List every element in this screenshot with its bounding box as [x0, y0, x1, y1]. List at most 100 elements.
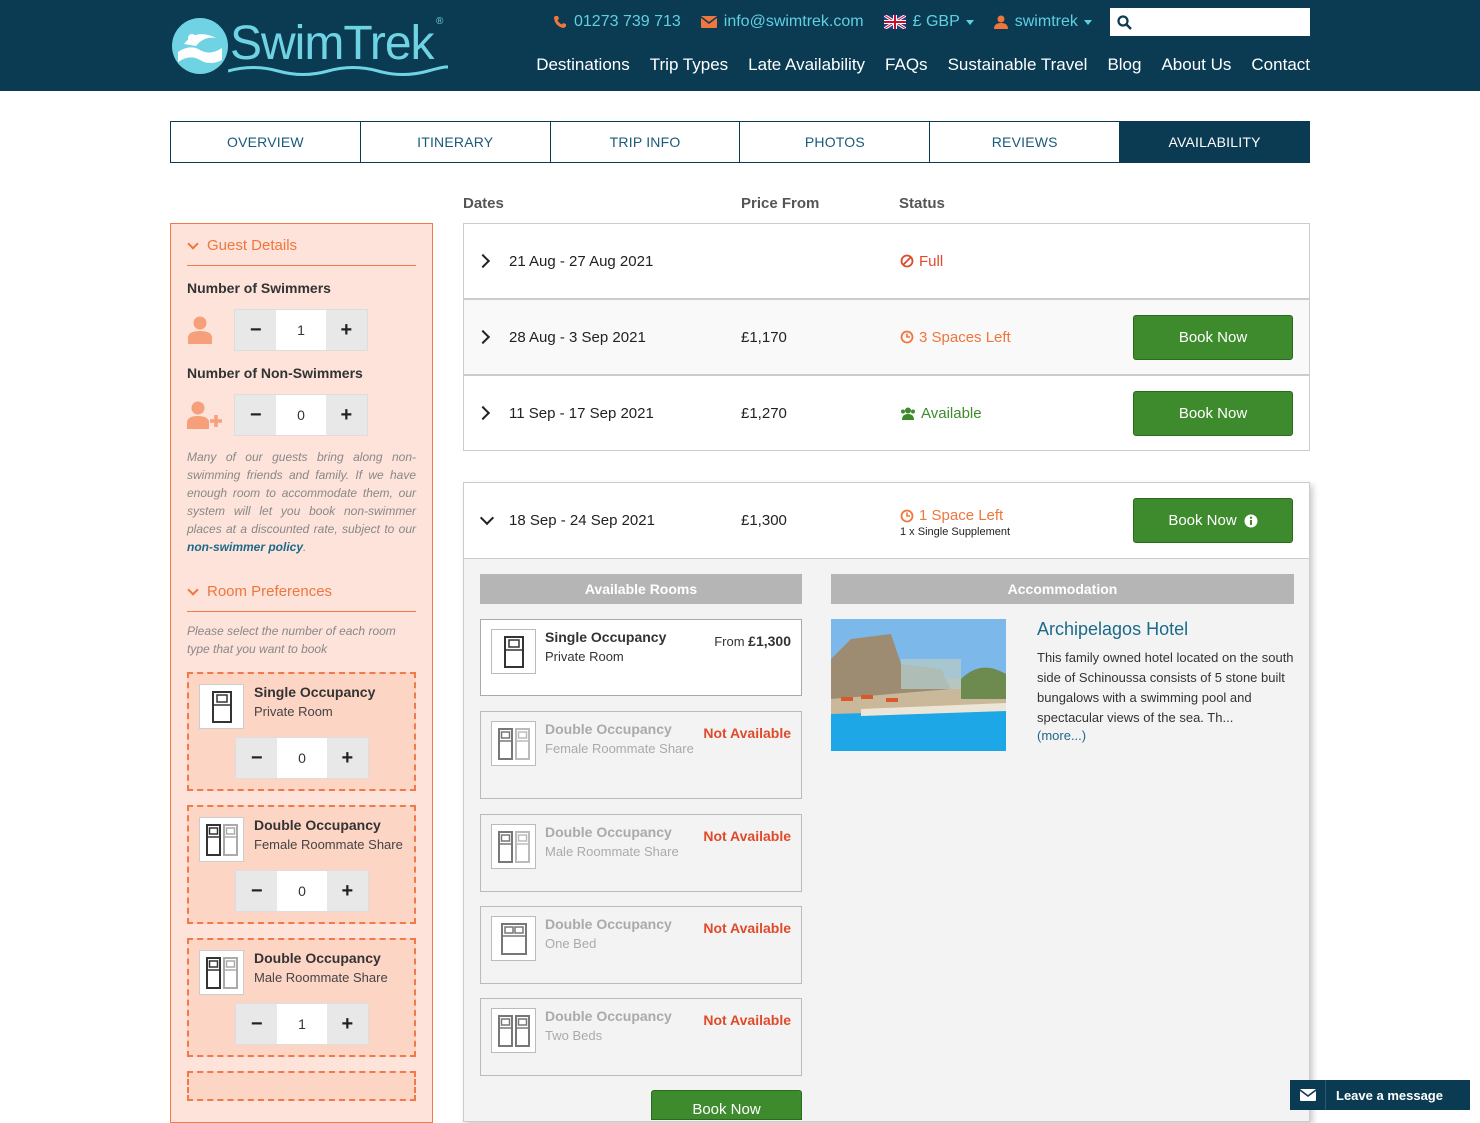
- room-subtype: Female Roommate Share: [254, 837, 403, 852]
- nav-late-availability[interactable]: Late Availability: [748, 55, 865, 75]
- hotel-photo[interactable]: [831, 619, 1006, 751]
- nonswimmers-stepper: − 0 +: [234, 394, 368, 436]
- room-pref-single: Single Occupancy Private Room − 0 +: [187, 672, 416, 791]
- room-pref-next: [187, 1071, 416, 1101]
- room-decrement-button[interactable]: −: [236, 738, 277, 778]
- hotel-description: This family owned hotel located on the s…: [1037, 650, 1294, 725]
- leave-message-chat[interactable]: Leave a message: [1290, 1080, 1470, 1110]
- date-row[interactable]: 21 Aug - 27 Aug 2021 Full: [463, 223, 1310, 299]
- room-decrement-button[interactable]: −: [236, 871, 277, 911]
- nonswimmers-increment-button[interactable]: +: [326, 395, 367, 435]
- nav-trip-types[interactable]: Trip Types: [650, 55, 728, 75]
- not-available-label: Not Available: [703, 1012, 791, 1028]
- room-type: Double Occupancy: [545, 916, 672, 932]
- accommodation-header: Accommodation: [831, 574, 1294, 604]
- room-increment-button[interactable]: +: [327, 1004, 368, 1044]
- room-type: Double Occupancy: [254, 817, 381, 833]
- book-now-label: Book Now: [1168, 512, 1237, 529]
- users-icon: [901, 407, 915, 420]
- book-now-button[interactable]: Book Now: [1133, 498, 1293, 543]
- tab-photos[interactable]: PHOTOS: [740, 122, 931, 162]
- info-icon: [1244, 514, 1258, 527]
- swimmers-value[interactable]: 1: [276, 310, 326, 350]
- date-row[interactable]: 28 Aug - 3 Sep 2021 £1,170 3 Spaces Left…: [463, 299, 1310, 375]
- hotel-info: Archipelagos Hotel This family owned hot…: [1037, 619, 1295, 743]
- nav-contact[interactable]: Contact: [1251, 55, 1310, 75]
- tab-itinerary[interactable]: ITINERARY: [361, 122, 551, 162]
- swimmers-label: Number of Swimmers: [187, 280, 331, 296]
- hotel-name-link[interactable]: Archipelagos Hotel: [1037, 619, 1295, 640]
- tab-reviews[interactable]: REVIEWS: [930, 122, 1121, 162]
- guest-details-header[interactable]: Guest Details: [187, 226, 416, 266]
- single-bed-icon: [199, 684, 244, 729]
- not-available-label: Not Available: [703, 920, 791, 936]
- nav-sustainable-travel[interactable]: Sustainable Travel: [948, 55, 1088, 75]
- envelope-icon: [700, 16, 717, 28]
- room-decrement-button[interactable]: −: [236, 1004, 277, 1044]
- expanded-row-header[interactable]: 18 Sep - 24 Sep 2021 £1,300 1 Space Left…: [464, 483, 1309, 559]
- note-text: Many of our guests bring along non-swimm…: [187, 450, 416, 536]
- date-row[interactable]: 11 Sep - 17 Sep 2021 £1,270 Available Bo…: [463, 375, 1310, 451]
- room-option: Double Occupancy Male Roommate Share Not …: [480, 814, 802, 892]
- tab-availability[interactable]: AVAILABILITY: [1120, 122, 1309, 162]
- nav-about-us[interactable]: About Us: [1161, 55, 1231, 75]
- chevron-right-icon[interactable]: [475, 329, 491, 345]
- room-type: Double Occupancy: [545, 721, 672, 737]
- room-option[interactable]: Single Occupancy Private Room From £1,300: [480, 619, 802, 696]
- swimmers-increment-button[interactable]: +: [326, 310, 367, 350]
- nav-faqs[interactable]: FAQs: [885, 55, 928, 75]
- nonswimmers-value[interactable]: 0: [276, 395, 326, 435]
- person-icon: [188, 316, 212, 344]
- logo-registered-mark: ®: [436, 16, 444, 27]
- col-status: Status: [899, 195, 945, 212]
- user-icon: [993, 15, 1008, 29]
- chevron-down-icon: [187, 237, 199, 250]
- nonswimmer-policy-link[interactable]: non-swimmer policy: [187, 540, 303, 554]
- chevron-right-icon[interactable]: [475, 405, 491, 421]
- room-pref-female-share: Double Occupancy Female Roommate Share − …: [187, 805, 416, 924]
- book-now-button[interactable]: Book Now: [651, 1090, 802, 1120]
- room-subtype: Private Room: [254, 704, 333, 719]
- search-icon[interactable]: [1117, 14, 1132, 30]
- currency-selector[interactable]: £ GBP: [883, 13, 974, 31]
- email-link[interactable]: info@swimtrek.com: [700, 13, 864, 31]
- room-count[interactable]: 0: [277, 738, 327, 778]
- nonswimmers-decrement-button[interactable]: −: [235, 395, 276, 435]
- chevron-right-icon[interactable]: [475, 253, 491, 269]
- available-rooms-header: Available Rooms: [480, 574, 802, 604]
- swimmers-decrement-button[interactable]: −: [235, 310, 276, 350]
- room-count[interactable]: 1: [277, 1004, 327, 1044]
- phone-link[interactable]: 01273 739 713: [553, 13, 681, 31]
- search-input[interactable]: [1138, 10, 1298, 34]
- room-option: Double Occupancy Two Beds Not Available: [480, 998, 802, 1076]
- nav-destinations[interactable]: Destinations: [536, 55, 630, 75]
- nav-blog[interactable]: Blog: [1107, 55, 1141, 75]
- chevron-down-icon[interactable]: [479, 510, 495, 525]
- tab-trip-info[interactable]: TRIP INFO: [551, 122, 741, 162]
- row-dates: 11 Sep - 17 Sep 2021: [509, 404, 654, 422]
- search-box: [1110, 8, 1310, 36]
- account-label: swimtrek: [1014, 13, 1078, 30]
- room-increment-button[interactable]: +: [327, 738, 368, 778]
- logo-text: SwimTrek: [230, 17, 435, 70]
- room-increment-button[interactable]: +: [327, 871, 368, 911]
- book-now-button[interactable]: Book Now: [1133, 314, 1293, 360]
- trip-tabs: OVERVIEW ITINERARY TRIP INFO PHOTOS REVI…: [170, 121, 1310, 163]
- site-header: SwimTrek ® 01273 739 713 info@swimtrek.c…: [0, 0, 1480, 91]
- room-type: Double Occupancy: [545, 824, 672, 840]
- book-now-button[interactable]: Book Now: [1133, 390, 1293, 436]
- room-option: Double Occupancy Female Roommate Share No…: [480, 711, 802, 799]
- twin-beds-icon: [199, 817, 244, 862]
- currency-label: £ GBP: [912, 13, 960, 30]
- room-preferences-header[interactable]: Room Preferences: [187, 572, 416, 612]
- account-menu[interactable]: swimtrek: [993, 13, 1092, 31]
- row-dates: 21 Aug - 27 Aug 2021: [509, 252, 654, 270]
- status-subtext: 1 x Single Supplement: [900, 526, 1011, 538]
- room-count[interactable]: 0: [277, 871, 327, 911]
- hotel-more-link[interactable]: (more...): [1037, 728, 1295, 743]
- swimtrek-logo[interactable]: SwimTrek ®: [170, 14, 450, 78]
- room-subtype: Male Roommate Share: [545, 844, 679, 859]
- room-type: Single Occupancy: [545, 629, 667, 645]
- row-price: £1,270: [741, 404, 787, 422]
- tab-overview[interactable]: OVERVIEW: [171, 122, 361, 162]
